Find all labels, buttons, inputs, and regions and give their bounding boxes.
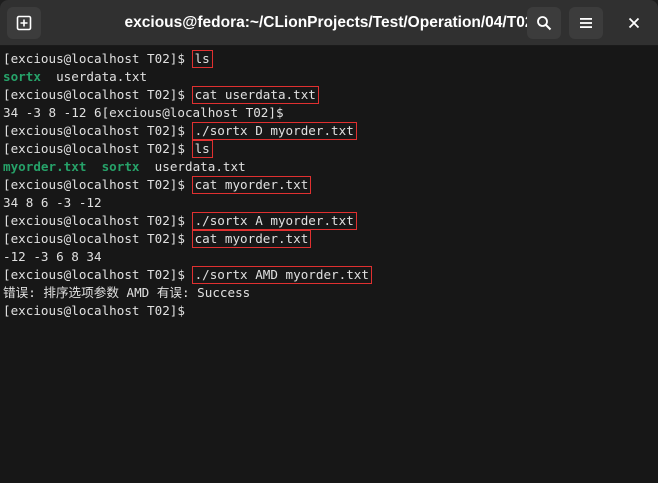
terminal-line: [excious@localhost T02]$ ./sortx D myord… [3,122,658,140]
terminal-line: [excious@localhost T02]$ cat myorder.txt [3,230,658,248]
terminal-line: [excious@localhost T02]$ ls [3,50,658,68]
close-button[interactable] [617,7,651,39]
command-text: cat userdata.txt [191,86,319,104]
prompt: [excious@localhost T02]$ [3,267,193,282]
output-text: -12 -3 6 8 34 [3,249,102,264]
terminal-line: [excious@localhost T02]$ ls [3,140,658,158]
terminal-line: [excious@localhost T02]$ [3,302,658,320]
terminal-line: 34 -3 8 -12 6[excious@localhost T02]$ [3,104,658,122]
terminal-line: [excious@localhost T02]$ cat myorder.txt [3,176,658,194]
terminal-line: [excious@localhost T02]$ ./sortx AMD myo… [3,266,658,284]
terminal-line: sortx userdata.txt [3,68,658,86]
file-name: userdata.txt [56,69,148,84]
close-icon [628,17,640,29]
output-text: 错误: 排序选项参数 AMD 有误: Success [3,285,251,300]
menu-button[interactable] [569,7,603,39]
command-text: ./sortx AMD myorder.txt [191,266,372,284]
output-text: 34 8 6 -3 -12 [3,195,102,210]
terminal-line: 错误: 排序选项参数 AMD 有误: Success [3,284,658,302]
new-tab-icon [16,15,32,31]
prompt: [excious@localhost T02]$ [3,141,193,156]
file-name: userdata.txt [154,159,246,174]
executable-file: sortx [101,159,140,174]
search-icon [536,15,552,31]
output-text: 34 -3 8 -12 6[excious@localhost T02]$ [3,105,284,120]
prompt: [excious@localhost T02]$ [3,231,193,246]
prompt: [excious@localhost T02]$ [3,87,193,102]
command-text: ./sortx A myorder.txt [191,212,357,230]
prompt: [excious@localhost T02]$ [3,123,193,138]
command-text: ls [191,50,213,68]
terminal-line: [excious@localhost T02]$ cat userdata.tx… [3,86,658,104]
terminal-line: 34 8 6 -3 -12 [3,194,658,212]
executable-file: sortx [3,69,41,84]
prompt: [excious@localhost T02]$ [3,213,193,228]
prompt: [excious@localhost T02]$ [3,177,193,192]
terminal-line: [excious@localhost T02]$ ./sortx A myord… [3,212,658,230]
hamburger-menu-icon [579,16,593,30]
terminal-output[interactable]: [excious@localhost T02]$ ls sortx userdat… [0,47,658,483]
prompt: [excious@localhost T02]$ [3,51,193,66]
terminal-window: excious@fedora:~/CLionProjects/Test/Oper… [0,0,658,483]
command-text: ls [191,140,213,158]
command-text: cat myorder.txt [191,176,312,194]
search-button[interactable] [527,7,561,39]
command-text: ./sortx D myorder.txt [191,122,357,140]
new-tab-button[interactable] [7,7,41,39]
terminal-line: -12 -3 6 8 34 [3,248,658,266]
prompt: [excious@localhost T02]$ [3,303,193,318]
title-bar[interactable]: excious@fedora:~/CLionProjects/Test/Oper… [0,0,658,46]
command-text: cat myorder.txt [191,230,312,248]
text-cursor [193,304,200,319]
terminal-line: myorder.txt sortx userdata.txt [3,158,658,176]
file-name-bold: myorder.txt [3,159,87,174]
